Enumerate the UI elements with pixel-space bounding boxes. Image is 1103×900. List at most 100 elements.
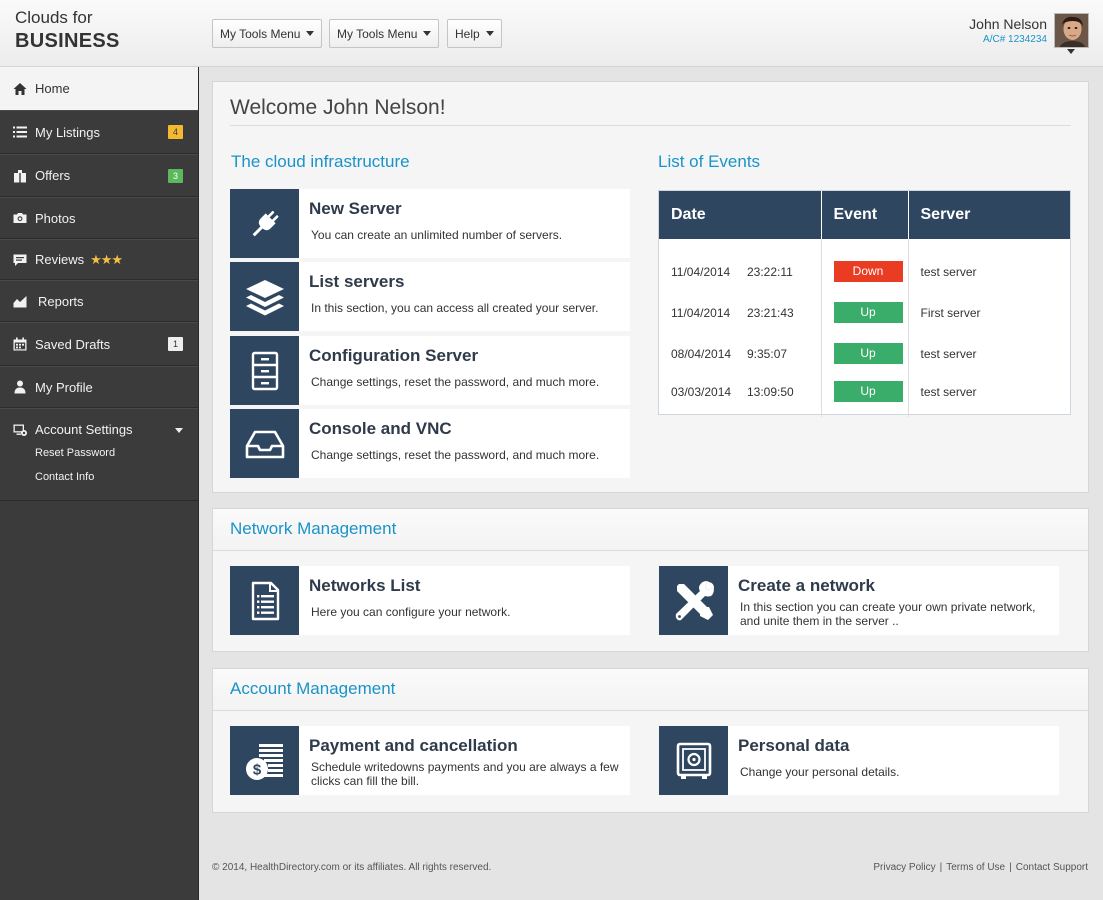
footer-links: Privacy Policy | Terms of Use | Contact Supp… xyxy=(873,862,1088,873)
card-title: Create a network xyxy=(738,576,875,595)
brand-logo[interactable]: Clouds for BUSINESS xyxy=(15,9,120,51)
settings-icon xyxy=(13,423,27,437)
event-status-cell: Up xyxy=(821,374,909,417)
avatar[interactable] xyxy=(1054,13,1089,48)
card-description: Schedule writedowns payments and you are… xyxy=(311,760,619,788)
payment-card[interactable]: $ Payment and cancellation Schedule writ… xyxy=(230,726,630,795)
table-row[interactable]: 08/04/2014 9:35:07 Up test server xyxy=(659,333,1070,374)
infrastructure-section-title: The cloud infrastructure xyxy=(231,152,410,171)
sidebar-item-photos[interactable]: Photos xyxy=(0,197,198,239)
card-title: Personal data xyxy=(738,736,850,755)
review-stars: ★★★ xyxy=(90,251,123,267)
sidebar-item-label: Saved Drafts xyxy=(35,336,111,352)
tools-menu-button-1[interactable]: My Tools Menu xyxy=(212,19,323,48)
card-description: Change settings, reset the password, and… xyxy=(311,448,600,462)
sidebar-item-account-settings[interactable]: Account Settings xyxy=(0,408,198,450)
card-description: Here you can configure your network. xyxy=(311,605,511,619)
card-title: Configuration Server xyxy=(309,346,479,365)
sidebar-item-home[interactable]: Home xyxy=(0,67,198,110)
privacy-policy-link[interactable]: Privacy Policy xyxy=(873,862,935,873)
event-status-cell: Down xyxy=(821,239,909,292)
sidebar-sublink-contact-info[interactable]: Contact Info xyxy=(35,471,94,483)
sidebar: Home My Listings 4 Offers 3 Photos Revie… xyxy=(0,67,199,900)
plug-icon xyxy=(230,189,299,258)
sidebar-item-label: Photos xyxy=(35,210,76,226)
table-row[interactable]: 11/04/2014 23:22:11 Down test server xyxy=(659,239,1070,292)
avatar-caret-down-icon[interactable] xyxy=(1067,49,1075,54)
event-date: 11/04/2014 xyxy=(671,305,731,320)
table-row[interactable]: 11/04/2014 23:21:43 Up First server xyxy=(659,292,1070,333)
sidebar-sublink-reset-password[interactable]: Reset Password xyxy=(35,447,115,459)
card-title: List servers xyxy=(309,272,405,291)
event-time: 23:22:11 xyxy=(747,264,793,279)
gift-icon xyxy=(13,169,27,183)
cabinet-icon xyxy=(230,336,299,405)
user-info[interactable]: John Nelson A/C# 1234234 xyxy=(969,16,1047,45)
sidebar-item-label: Reports xyxy=(38,293,84,309)
top-header: Clouds for BUSINESS My Tools Menu My Too… xyxy=(0,0,1103,67)
sidebar-item-reviews[interactable]: Reviews ★★★ xyxy=(0,239,198,280)
title-divider xyxy=(230,125,1071,126)
sidebar-item-offers[interactable]: Offers 3 xyxy=(0,154,198,197)
tools-menu-button-2[interactable]: My Tools Menu xyxy=(329,19,440,48)
event-date: 03/03/2014 xyxy=(671,384,732,399)
column-header-event[interactable]: Event xyxy=(821,191,909,239)
brand-line2: BUSINESS xyxy=(15,30,120,52)
card-description: Change your personal details. xyxy=(740,765,900,779)
layers-icon xyxy=(230,262,299,331)
event-status-cell: Up xyxy=(821,333,909,374)
table-row[interactable]: 03/03/2014 13:09:50 Up test server xyxy=(659,374,1070,417)
networks-list-card[interactable]: Networks List Here you can configure you… xyxy=(230,566,630,635)
chevron-down-icon[interactable] xyxy=(175,427,183,433)
console-vnc-card[interactable]: Console and VNC Change settings, reset t… xyxy=(230,409,630,478)
account-panel: Account Management $ Payment and cancell… xyxy=(212,668,1089,813)
help-menu-label: Help xyxy=(455,26,480,41)
event-date-cell: 08/04/2014 9:35:07 xyxy=(659,333,822,374)
sidebar-item-label: Offers xyxy=(35,168,71,183)
sidebar-item-my-profile[interactable]: My Profile xyxy=(0,366,198,408)
tools-icon xyxy=(659,566,728,635)
personal-data-card[interactable]: Personal data Change your personal detai… xyxy=(659,726,1059,795)
help-menu-button[interactable]: Help xyxy=(447,19,502,48)
status-badge: Down xyxy=(833,261,903,282)
event-time: 13:09:50 xyxy=(747,384,794,399)
sidebar-item-my-listings[interactable]: My Listings 4 xyxy=(0,110,198,154)
sidebar-item-label: Home xyxy=(35,81,70,96)
svg-text:$: $ xyxy=(252,761,261,778)
brand-line1: Clouds for xyxy=(15,8,93,27)
column-header-server[interactable]: Server xyxy=(908,191,1070,239)
sidebar-item-saved-drafts[interactable]: Saved Drafts 1 xyxy=(0,322,198,366)
sidebar-item-reports[interactable]: Reports xyxy=(0,280,198,322)
money-icon: $ xyxy=(230,726,299,795)
new-server-card[interactable]: New Server You can create an unlimited n… xyxy=(230,189,630,258)
list-servers-card[interactable]: List servers In this section, you can ac… xyxy=(230,262,630,331)
column-header-date[interactable]: Date xyxy=(659,191,822,239)
card-title: Console and VNC xyxy=(309,419,452,438)
configuration-server-card[interactable]: Configuration Server Change settings, re… xyxy=(230,336,630,405)
home-icon xyxy=(13,82,27,96)
terms-of-use-link[interactable]: Terms of Use xyxy=(946,862,1005,873)
sidebar-divider xyxy=(0,500,198,501)
sidebar-item-label: My Listings xyxy=(35,124,101,140)
account-section-title: Account Management xyxy=(230,679,396,698)
sidebar-item-label: Reviews xyxy=(35,252,85,267)
network-panel-header: Network Management xyxy=(213,509,1088,551)
chart-icon xyxy=(13,294,27,308)
network-section-title: Network Management xyxy=(230,519,397,538)
contact-support-link[interactable]: Contact Support xyxy=(1016,862,1088,873)
drafts-count-badge: 1 xyxy=(168,337,183,351)
card-description: In this section you can create your own … xyxy=(740,600,1036,628)
event-server: First server xyxy=(920,305,981,320)
card-description: In this section, you can access all crea… xyxy=(311,301,599,315)
sidebar-item-label: My Profile xyxy=(35,379,93,395)
user-name: John Nelson xyxy=(969,16,1047,32)
account-panel-header: Account Management xyxy=(213,669,1088,711)
create-network-card[interactable]: Create a network In this section you can… xyxy=(659,566,1059,635)
avatar-photo-icon xyxy=(1055,14,1088,47)
comment-icon xyxy=(13,253,27,267)
calendar-icon xyxy=(13,337,27,351)
event-server: test server xyxy=(920,346,977,361)
offers-count-badge: 3 xyxy=(168,168,183,183)
event-server: test server xyxy=(920,384,977,399)
card-description: Change settings, reset the password, and… xyxy=(311,375,600,389)
